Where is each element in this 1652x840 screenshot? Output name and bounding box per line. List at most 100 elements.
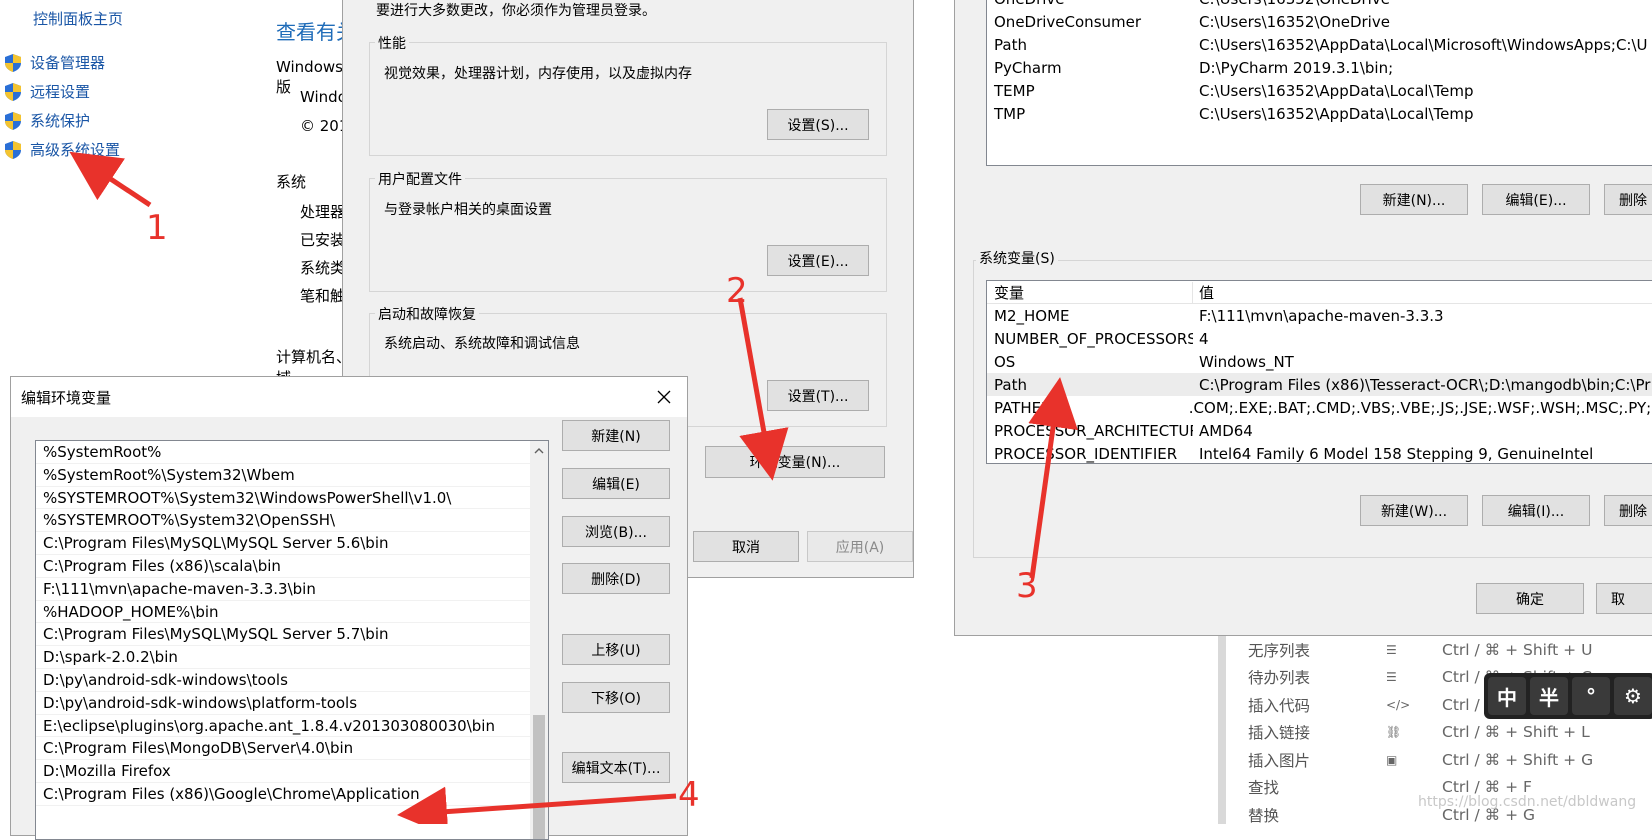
system-variables-list[interactable]: 变量 值 M2_HOME F:\111\mvn\apache-maven-3.3.… (986, 280, 1652, 464)
path-entry[interactable]: F:\111\mvn\apache-maven-3.3.3\bin (36, 578, 530, 601)
path-entry[interactable]: C:\Program Files (x86)\scala\bin (36, 555, 530, 578)
control-panel-home-link[interactable]: 控制面板主页 (33, 8, 123, 29)
sidebar-item-label[interactable]: 设备管理器 (30, 52, 105, 73)
list-scrollbar[interactable] (530, 441, 548, 839)
path-entry[interactable]: D:\py\android-sdk-windows\platform-tools (36, 692, 530, 715)
user-profiles-settings-button[interactable]: 设置(E)... (767, 245, 869, 276)
delete-entry-button[interactable]: 删除(D) (562, 563, 670, 594)
variable-value-cell: C:\Users\16352\OneDrive (1193, 0, 1390, 8)
close-icon[interactable] (657, 390, 671, 404)
user-edit-button[interactable]: 编辑(E)... (1482, 184, 1590, 215)
path-entry[interactable]: %SYSTEMROOT%\System32\WindowsPowerShell\… (36, 487, 530, 510)
path-entry[interactable]: D:\spark-2.0.2\bin (36, 646, 530, 669)
startup-recovery-settings-button[interactable]: 设置(T)... (767, 380, 869, 411)
sidebar-item-label[interactable]: 高级系统设置 (30, 139, 120, 160)
table-row[interactable]: PyCharm D:\PyCharm 2019.3.1\bin; (987, 56, 1648, 79)
dialog-title: 编辑环境变量 (21, 389, 112, 407)
edit-entry-button[interactable]: 编辑(E) (562, 468, 670, 499)
table-row[interactable]: PATHEXT .COM;.EXE;.BAT;.CMD;.VBS;.VBE;.JS… (987, 396, 1652, 419)
variable-name-cell: OneDrive (987, 0, 1193, 8)
shortcut-row: 插入图片 ▣ Ctrl / ⌘ + Shift + G (1248, 746, 1593, 774)
startup-recovery-desc: 系统启动、系统故障和调试信息 (384, 336, 580, 352)
sidebar-item-advanced-settings[interactable]: 高级系统设置 (4, 139, 120, 160)
path-entry[interactable]: C:\Program Files\MySQL\MySQL Server 5.7\… (36, 623, 530, 647)
uac-shield-icon (5, 140, 21, 159)
shortcut-glyph-icon: </> (1386, 697, 1411, 712)
table-row[interactable]: OneDriveC:\Users\16352\OneDrive (987, 0, 1648, 10)
move-up-button[interactable]: 上移(U) (562, 634, 670, 665)
sidebar-item-system-protection[interactable]: 系统保护 (4, 110, 90, 131)
variable-name-cell: Path (994, 35, 1027, 54)
uac-shield-icon (5, 53, 21, 72)
scrollbar-thumb[interactable] (533, 715, 545, 839)
shortcut-name: 替换 (1248, 806, 1280, 824)
table-row[interactable]: PROCESSOR_IDENTIFIER Intel64 Family 6 Mod… (987, 442, 1652, 463)
table-row[interactable]: NUMBER_OF_PROCESSORS 4 (987, 327, 1652, 350)
system-edit-button[interactable]: 编辑(I)... (1482, 495, 1590, 526)
scroll-up-icon[interactable] (534, 448, 544, 454)
path-entry[interactable]: C:\Program Files (x86)\Google\Chrome\App… (36, 783, 530, 806)
path-entry[interactable]: %HADOOP_HOME%\bin (36, 601, 530, 624)
path-entry[interactable]: E:\eclipse\plugins\org.apache.ant_1.8.4.… (36, 715, 530, 738)
path-entry[interactable]: D:\py\android-sdk-windows\tools (36, 669, 530, 692)
move-down-button[interactable]: 下移(O) (562, 682, 670, 713)
path-entry[interactable]: %SYSTEMROOT%\System32\OpenSSH\ (36, 509, 530, 533)
system-delete-button[interactable]: 删除 (1604, 495, 1652, 526)
shortcut-row: 插入链接 ⛓ Ctrl / ⌘ + Shift + L (1248, 719, 1593, 747)
sidebar-item-label[interactable]: 系统保护 (30, 110, 90, 131)
column-header-variable[interactable]: 变量 (987, 281, 1193, 303)
variable-value-cell: AMD64 (1199, 421, 1253, 440)
path-entry[interactable]: C:\Program Files\MongoDB\Server\4.0\bin (36, 737, 530, 761)
table-row[interactable]: TMP C:\Users\16352\AppData\Local\Temp (987, 102, 1648, 125)
path-entries-list[interactable]: %SystemRoot% %SystemRoot%\System32\Wbem %S… (35, 440, 549, 840)
column-header-value[interactable]: 值 (1193, 282, 1214, 303)
table-row[interactable]: Path C:\Users\16352\AppData\Local\Microso… (987, 33, 1648, 56)
environment-variables-button[interactable]: 环境变量(N)... (705, 446, 885, 478)
env-cancel-button[interactable]: 取 (1596, 583, 1652, 614)
user-delete-button[interactable]: 删除 (1604, 184, 1652, 215)
shortcut-keys: Ctrl / ⌘ + Shift + U (1442, 640, 1593, 659)
shortcut-name: 插入链接 (1248, 724, 1311, 743)
variable-name-cell: TMP (994, 104, 1026, 123)
shortcut-name: 查找 (1248, 779, 1280, 798)
panel-scrollbar[interactable] (1218, 636, 1226, 824)
sidebar-item-label[interactable]: 远程设置 (30, 81, 90, 102)
table-row[interactable]: OneDriveConsumer C:\Users\16352\OneDrive (987, 10, 1648, 33)
path-entry[interactable]: D:\Mozilla Firefox (36, 760, 530, 783)
environment-variables-dialog: OneDriveC:\Users\16352\OneDriveOneDriveC… (954, 0, 1652, 636)
variable-name-cell: M2_HOME (994, 306, 1070, 325)
ime-punctuation-icon[interactable]: ° (1572, 677, 1610, 715)
shortcut-keys: Ctrl / ⌘ + Shift + G (1442, 750, 1594, 769)
variable-value-cell: 4 (1199, 329, 1209, 348)
variable-name-cell: PATHEXT (994, 398, 1061, 417)
new-entry-button[interactable]: 新建(N) (562, 420, 670, 451)
performance-settings-button[interactable]: 设置(S)... (767, 109, 869, 140)
ime-chinese-mode-icon[interactable]: 中 (1488, 677, 1526, 715)
table-row[interactable]: Path C:\Program Files (x86)\Tesseract-OCR… (987, 373, 1652, 396)
system-new-button[interactable]: 新建(W)... (1360, 495, 1468, 526)
ime-settings-gear-icon[interactable]: ⚙ (1614, 677, 1652, 715)
table-row[interactable]: TEMP C:\Users\16352\AppData\Local\Temp (987, 79, 1648, 102)
path-entry[interactable]: %SystemRoot%\System32\Wbem (36, 464, 530, 487)
env-ok-button[interactable]: 确定 (1476, 583, 1584, 614)
csdn-watermark: https://blog.csdn.net/dbldwang (1418, 794, 1637, 810)
cancel-button[interactable]: 取消 (693, 531, 799, 562)
annotation-number-4: 4 (678, 775, 700, 815)
sidebar-item-remote-settings[interactable]: 远程设置 (4, 81, 90, 102)
ime-halfwidth-icon[interactable]: 半 (1530, 677, 1568, 715)
shortcut-name: 插入图片 (1248, 751, 1311, 770)
user-variables-list[interactable]: OneDriveC:\Users\16352\OneDriveOneDriveC… (986, 0, 1652, 166)
variable-value-cell: Intel64 Family 6 Model 158 Stepping 9, G… (1199, 444, 1594, 463)
table-row[interactable]: OS Windows_NT (987, 350, 1652, 373)
variable-name-cell: TEMP (994, 81, 1035, 100)
edit-text-button[interactable]: 编辑文本(T)... (562, 752, 670, 783)
path-entry[interactable]: C:\Program Files\MySQL\MySQL Server 5.6\… (36, 532, 530, 555)
dialog-titlebar[interactable]: 编辑环境变量 (11, 377, 687, 417)
user-new-button[interactable]: 新建(N)... (1360, 184, 1468, 215)
table-row[interactable]: M2_HOME F:\111\mvn\apache-maven-3.3.3 (987, 304, 1652, 327)
table-row[interactable]: PROCESSOR_ARCHITECTURE AMD64 (987, 419, 1652, 442)
browse-button[interactable]: 浏览(B)... (562, 516, 670, 547)
variable-name-cell: NUMBER_OF_PROCESSORS (994, 329, 1193, 348)
path-entry[interactable]: %SystemRoot% (36, 441, 530, 464)
sidebar-item-device-manager[interactable]: 设备管理器 (4, 52, 105, 73)
